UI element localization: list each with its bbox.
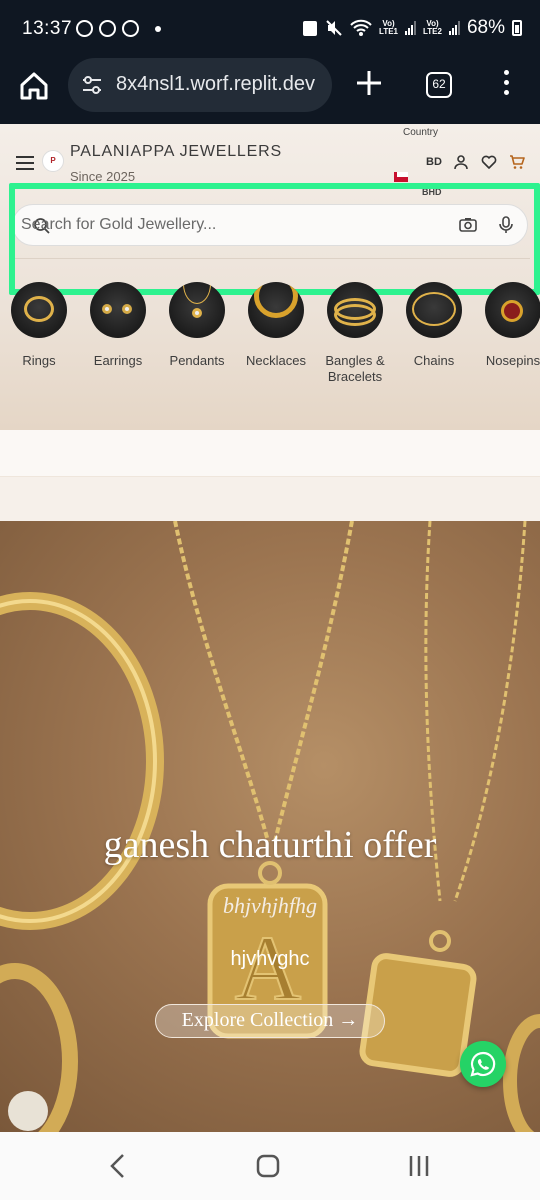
battery-percent: 68% (466, 17, 505, 38)
category-label[interactable]: Rings (0, 353, 78, 369)
earrings-image[interactable] (90, 282, 146, 338)
new-tab-icon[interactable] (354, 68, 384, 98)
tab-switcher-button[interactable]: 62 (426, 72, 452, 98)
back-icon[interactable] (108, 1153, 128, 1179)
category-label[interactable]: Bangles & Bracelets (316, 353, 394, 385)
category-label[interactable]: Earrings (79, 353, 157, 369)
recents-icon[interactable] (407, 1154, 431, 1178)
content-band (0, 430, 540, 476)
category-nosepins[interactable]: Nosepins (474, 282, 540, 369)
search-highlight-box (9, 183, 540, 295)
system-status: Vo) LTE1 Vo) LTE2 68% (302, 17, 522, 39)
chains-image[interactable] (406, 282, 462, 338)
battery-saver-icon (303, 21, 318, 36)
country-selector[interactable]: BD (426, 156, 442, 168)
category-rings[interactable]: Rings (0, 282, 78, 369)
nosepins-image[interactable] (485, 282, 540, 338)
home-icon[interactable] (18, 70, 50, 102)
category-necklaces[interactable]: Necklaces (237, 282, 315, 369)
site-header: P PALANIAPPA JEWELLERS Since 2025 Countr… (0, 124, 540, 430)
necklaces-image[interactable] (248, 282, 304, 338)
battery-icon (512, 20, 522, 36)
wifi-icon (350, 19, 372, 36)
category-chains[interactable]: Chains (395, 282, 473, 369)
hero-description: hjvhvghc (230, 948, 310, 970)
signal2-icon (448, 21, 460, 35)
content-band (0, 476, 540, 522)
category-label[interactable]: Nosepins (474, 353, 540, 369)
cart-icon[interactable] (509, 154, 525, 170)
lte1-indicator: Vo) LTE1 (379, 19, 398, 36)
browser-menu-icon[interactable] (500, 70, 512, 100)
status-bar: 13:37 Vo) LTE1 Vo) LTE2 68% (0, 0, 540, 58)
country-flag-icon[interactable] (394, 172, 408, 182)
explore-collection-button[interactable]: Explore Collection → (155, 1004, 385, 1038)
rings-image[interactable] (11, 282, 67, 338)
bangles-image[interactable] (327, 282, 383, 338)
user-icon[interactable] (453, 154, 469, 170)
category-earrings[interactable]: Earrings (79, 282, 157, 369)
category-label[interactable]: Pendants (158, 353, 236, 369)
category-pendants[interactable]: Pendants (158, 282, 236, 369)
category-label[interactable]: Chains (395, 353, 473, 369)
category-label[interactable]: Necklaces (237, 353, 315, 369)
browser-toolbar: 8x4nsl1.worf.replit.dev 62 (0, 58, 540, 124)
whatsapp-icon (99, 20, 116, 37)
signal1-icon (405, 21, 416, 35)
mute-icon (326, 20, 342, 36)
hero-subtitle: bhjvhjhfhg (222, 893, 318, 918)
lte2-indicator: Vo) LTE2 (423, 19, 442, 36)
chrome-icon (76, 20, 93, 37)
more-notifications-icon (155, 25, 161, 32)
category-bangles-bracelets[interactable]: Bangles & Bracelets (316, 282, 394, 385)
category-strip: Rings Earrings Pendants Necklaces Bangle… (0, 282, 540, 392)
notification-icons (76, 20, 161, 37)
hamburger-menu-icon[interactable] (16, 156, 34, 170)
wishlist-heart-icon[interactable] (481, 154, 497, 170)
web-page: P PALANIAPPA JEWELLERS Since 2025 Countr… (0, 124, 540, 1132)
chrome-icon (122, 20, 139, 37)
hero-title: ganesh chaturthi offer (103, 824, 437, 866)
brand-name[interactable]: PALANIAPPA JEWELLERS (70, 143, 282, 161)
brand-logo[interactable]: P (42, 150, 64, 172)
pendants-image[interactable] (169, 282, 225, 338)
system-navigation-bar (0, 1132, 540, 1200)
site-settings-icon[interactable] (80, 73, 104, 97)
brand-tagline: Since 2025 (70, 169, 136, 184)
hero-banner[interactable]: A ganesh chaturthi offer bhjvhjhfhg hjvh… (0, 521, 540, 1132)
url-text[interactable]: 8x4nsl1.worf.replit.dev (116, 73, 326, 96)
status-time: 13:37 (22, 18, 73, 39)
whatsapp-chat-icon[interactable] (460, 1041, 506, 1087)
home-nav-icon[interactable] (256, 1154, 280, 1178)
address-bar[interactable]: 8x4nsl1.worf.replit.dev (68, 58, 332, 112)
country-label: Country (403, 127, 439, 138)
